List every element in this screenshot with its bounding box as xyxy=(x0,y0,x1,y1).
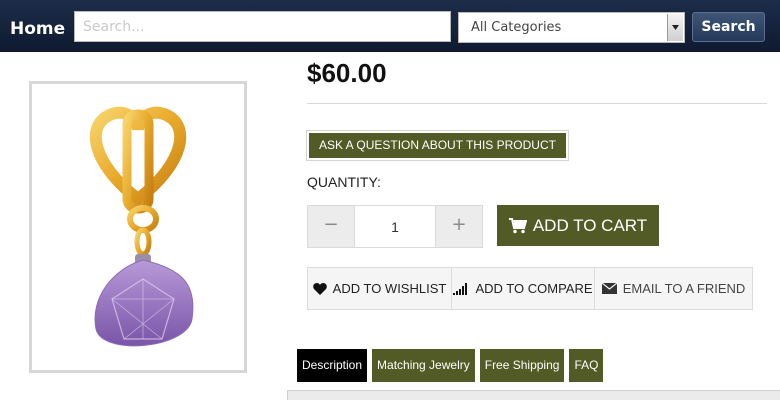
category-selected-label: All Categories xyxy=(471,20,562,35)
tab-content-panel xyxy=(287,390,780,400)
tab-faq[interactable]: FAQ xyxy=(569,349,604,382)
tab-matching-jewelry[interactable]: Matching Jewelry xyxy=(372,349,475,382)
category-select[interactable]: All Categories xyxy=(458,12,685,43)
compare-label: ADD TO COMPARE xyxy=(475,281,593,296)
product-tabs: Description Matching Jewelry Free Shippi… xyxy=(297,349,604,382)
dropdown-arrow-icon[interactable] xyxy=(667,14,683,41)
product-price: $60.00 xyxy=(307,58,387,88)
email-label: EMAIL TO A FRIEND xyxy=(622,281,746,296)
quantity-input[interactable] xyxy=(355,205,435,248)
tab-free-shipping[interactable]: Free Shipping xyxy=(479,349,565,382)
heart-icon xyxy=(312,282,327,295)
shopping-cart-icon xyxy=(508,217,527,233)
tab-description[interactable]: Description xyxy=(297,349,368,382)
home-link[interactable]: Home xyxy=(10,19,65,39)
add-to-wishlist-button[interactable]: ADD TO WISHLIST xyxy=(308,268,452,309)
quantity-decrement-button[interactable]: − xyxy=(307,205,355,248)
product-actions: ADD TO WISHLIST ADD TO COMPARE EMAIL TO … xyxy=(307,267,753,310)
search-input[interactable] xyxy=(74,11,451,42)
ask-question-button[interactable]: ASK A QUESTION ABOUT THIS PRODUCT xyxy=(306,130,569,161)
top-navigation-bar: Home All Categories Search xyxy=(0,0,780,52)
add-to-compare-button[interactable]: ADD TO COMPARE xyxy=(452,268,595,309)
product-image[interactable] xyxy=(29,81,247,373)
search-button[interactable]: Search xyxy=(692,12,765,42)
add-to-cart-button[interactable]: ADD TO CART xyxy=(497,205,659,246)
add-to-cart-label: ADD TO CART xyxy=(532,215,648,235)
signal-bars-icon xyxy=(453,282,468,295)
wishlist-label: ADD TO WISHLIST xyxy=(332,281,447,296)
envelope-icon xyxy=(601,283,617,294)
jewelry-charm-image xyxy=(89,106,194,347)
quantity-label: QUANTITY: xyxy=(307,174,381,190)
email-to-friend-button[interactable]: EMAIL TO A FRIEND xyxy=(595,268,752,309)
quantity-increment-button[interactable]: + xyxy=(435,205,483,248)
divider xyxy=(307,103,767,104)
